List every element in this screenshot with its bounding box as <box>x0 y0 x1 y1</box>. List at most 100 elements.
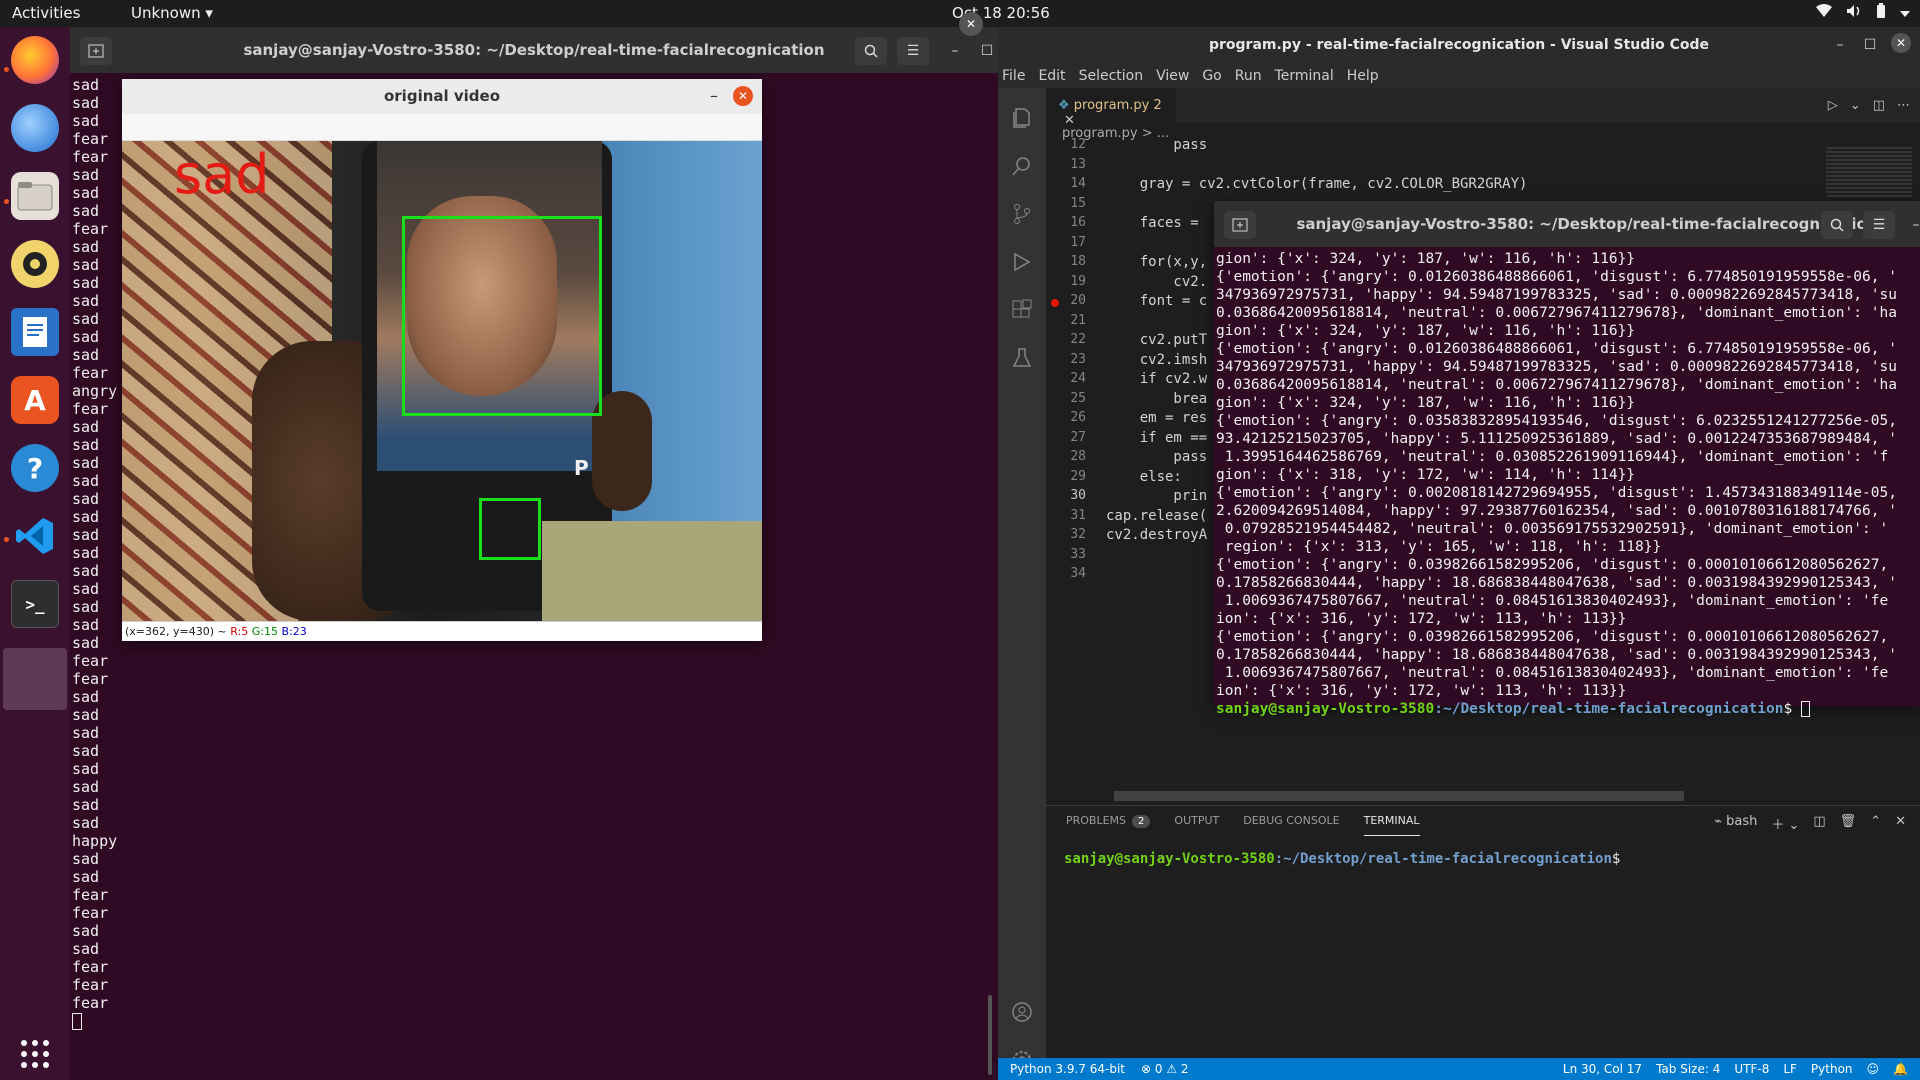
scrollbar[interactable] <box>988 995 992 1075</box>
terminal-window-floating[interactable]: sanjay@sanjay-Vostro-3580: ~/Desktop/rea… <box>1214 201 1920 717</box>
tab-program-py[interactable]: ❖ program.py 2 ✕ <box>1046 88 1176 128</box>
notifications-icon[interactable]: 🔔 <box>1893 1062 1908 1076</box>
files-icon[interactable] <box>11 172 59 220</box>
tab-size[interactable]: Tab Size: 4 <box>1656 1062 1720 1076</box>
code-line[interactable]: prin <box>1106 488 1207 504</box>
menu-view[interactable]: View <box>1156 68 1189 84</box>
code-line[interactable]: for(x,y, <box>1106 254 1207 270</box>
terminal-titlebar[interactable]: sanjay@sanjay-Vostro-3580: ~/Desktop/rea… <box>70 27 998 73</box>
new-terminal-icon[interactable]: ＋ ⌄ <box>1771 814 1799 833</box>
terminal-titlebar[interactable]: sanjay@sanjay-Vostro-3580: ~/Desktop/rea… <box>1214 201 1920 247</box>
hamburger-menu-icon[interactable]: ☰ <box>1863 211 1895 239</box>
menu-edit[interactable]: Edit <box>1038 68 1065 84</box>
hamburger-menu-icon[interactable]: ☰ <box>897 37 929 65</box>
vscode-icon[interactable] <box>11 512 59 560</box>
tab-terminal[interactable]: TERMINAL <box>1363 814 1420 836</box>
split-editor-icon[interactable]: ◫ <box>1873 98 1885 113</box>
tab-problems[interactable]: PROBLEMS 2 <box>1066 814 1151 836</box>
thunderbird-icon[interactable] <box>11 104 59 152</box>
search-icon[interactable] <box>1010 154 1034 178</box>
problems-status[interactable]: ⊗ 0 ⚠ 2 <box>1141 1062 1189 1076</box>
code-line[interactable]: else: <box>1106 469 1182 485</box>
code-line[interactable]: cap.release( <box>1106 508 1207 524</box>
show-apps-icon[interactable] <box>11 1030 59 1078</box>
line-ending[interactable]: LF <box>1783 1062 1797 1076</box>
menu-file[interactable]: File <box>1002 68 1025 84</box>
open-window-icon[interactable] <box>3 648 67 710</box>
close-icon[interactable]: ✕ <box>1891 33 1911 53</box>
code-line[interactable]: faces = <box>1106 215 1199 231</box>
minimize-icon[interactable]: – <box>710 86 718 105</box>
horizontal-scrollbar[interactable] <box>1114 791 1684 801</box>
split-terminal-icon[interactable]: ◫ <box>1813 814 1825 833</box>
code-line[interactable]: pass <box>1106 449 1207 465</box>
code-line[interactable]: pass <box>1106 137 1207 153</box>
terminal-shell-selector[interactable]: ⌁ bash <box>1714 814 1757 833</box>
minimap[interactable] <box>1826 147 1912 199</box>
system-tray[interactable] <box>1816 3 1910 23</box>
code-line[interactable]: if cv2.w <box>1106 371 1207 387</box>
menu-terminal[interactable]: Terminal <box>1275 68 1334 84</box>
close-icon[interactable]: ✕ <box>959 12 983 36</box>
activities-button[interactable]: Activities <box>12 4 80 22</box>
source-control-icon[interactable] <box>1010 202 1034 226</box>
maximize-panel-icon[interactable]: ⌃ <box>1870 814 1881 833</box>
battery-icon[interactable] <box>1876 3 1886 23</box>
video-titlebar[interactable]: original video – ✕ <box>122 79 762 114</box>
maximize-icon[interactable]: ☐ <box>975 39 999 63</box>
search-icon[interactable] <box>855 37 887 65</box>
menu-selection[interactable]: Selection <box>1079 68 1144 84</box>
code-line[interactable]: font = c <box>1106 293 1207 309</box>
extensions-icon[interactable] <box>1010 298 1034 322</box>
minimize-icon[interactable]: – <box>1904 213 1920 237</box>
close-icon[interactable]: ✕ <box>733 86 753 106</box>
firefox-icon[interactable] <box>11 36 59 84</box>
trash-icon[interactable]: 🗑 <box>1840 814 1857 833</box>
rhythmbox-icon[interactable] <box>11 240 59 288</box>
run-icon[interactable]: ▷ <box>1828 98 1838 113</box>
feedback-icon[interactable]: ☺ <box>1867 1062 1880 1076</box>
software-icon[interactable]: A <box>11 376 59 424</box>
language-mode[interactable]: Python <box>1811 1062 1853 1076</box>
menu-run[interactable]: Run <box>1235 68 1262 84</box>
video-window[interactable]: original video – ✕ sad P (x=362, y=430) … <box>122 79 762 641</box>
tab-debug-console[interactable]: DEBUG CONSOLE <box>1243 814 1339 836</box>
terminal-output[interactable]: gion': {'x': 324, 'y': 187, 'w': 116, 'h… <box>1216 250 1920 718</box>
menu-go[interactable]: Go <box>1202 68 1221 84</box>
code-line[interactable]: brea <box>1106 391 1207 407</box>
code-line[interactable]: gray = cv2.cvtColor(frame, cv2.COLOR_BGR… <box>1106 176 1528 192</box>
line-number: 27 <box>1070 429 1086 445</box>
tab-output[interactable]: OUTPUT <box>1174 814 1219 836</box>
encoding[interactable]: UTF-8 <box>1734 1062 1769 1076</box>
video-frame[interactable]: sad P <box>122 141 762 621</box>
code-line[interactable]: if em == <box>1106 430 1207 446</box>
app-menu[interactable]: Unknown ▾ <box>131 4 213 22</box>
more-actions-icon[interactable]: ⋯ <box>1897 98 1910 113</box>
run-debug-icon[interactable] <box>1010 250 1034 274</box>
explorer-icon[interactable] <box>1010 106 1034 130</box>
close-panel-icon[interactable]: ✕ <box>1895 814 1906 833</box>
menu-help[interactable]: Help <box>1347 68 1379 84</box>
wifi-icon[interactable] <box>1816 4 1832 22</box>
search-icon[interactable] <box>1821 211 1853 239</box>
minimize-icon[interactable]: – <box>1828 33 1852 57</box>
code-line[interactable]: cv2.destroyA <box>1106 527 1207 543</box>
cursor-position[interactable]: Ln 30, Col 17 <box>1563 1062 1642 1076</box>
code-line[interactable]: cv2. <box>1106 274 1207 290</box>
python-interpreter[interactable]: Python 3.9.7 64-bit <box>1010 1062 1125 1076</box>
terminal-icon[interactable]: >_ <box>11 580 59 628</box>
chevron-down-icon[interactable]: ⌄ <box>1850 98 1861 113</box>
testing-icon[interactable] <box>1010 346 1034 370</box>
code-line[interactable]: cv2.putT <box>1106 332 1207 348</box>
libreoffice-writer-icon[interactable] <box>11 308 59 356</box>
account-icon[interactable] <box>1010 1000 1034 1024</box>
volume-icon[interactable] <box>1846 4 1862 22</box>
vscode-titlebar[interactable]: program.py - real-time-facialrecognicati… <box>998 27 1920 64</box>
code-line[interactable]: em = res <box>1106 410 1207 426</box>
power-menu-icon[interactable] <box>1900 4 1910 22</box>
minimize-icon[interactable]: – <box>943 39 967 63</box>
help-icon[interactable]: ? <box>11 444 59 492</box>
code-line[interactable]: cv2.imsh <box>1106 352 1207 368</box>
integrated-terminal[interactable]: sanjay@sanjay-Vostro-3580:~/Desktop/real… <box>1064 851 1620 867</box>
maximize-icon[interactable]: ☐ <box>1858 33 1882 57</box>
